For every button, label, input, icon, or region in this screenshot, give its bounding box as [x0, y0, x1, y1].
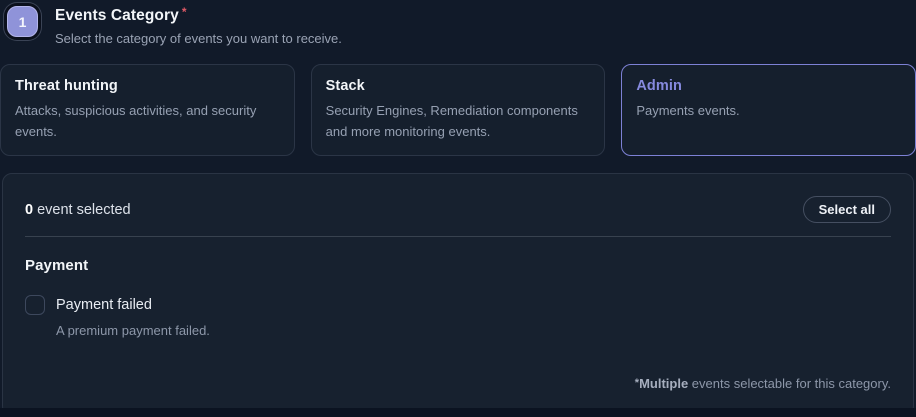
step-number-badge: 1	[7, 6, 38, 37]
category-title: Threat hunting	[15, 78, 280, 94]
category-title: Stack	[326, 78, 591, 94]
category-card-stack[interactable]: Stack Security Engines, Remediation comp…	[311, 64, 606, 156]
page-bottom-strip	[0, 408, 916, 417]
category-card-threat-hunting[interactable]: Threat hunting Attacks, suspicious activ…	[0, 64, 295, 156]
category-cards: Threat hunting Attacks, suspicious activ…	[0, 64, 916, 156]
category-card-admin[interactable]: Admin Payments events.	[621, 64, 916, 156]
events-panel: 0 event selected Select all Payment Paym…	[2, 173, 914, 416]
event-checkbox[interactable]	[25, 295, 45, 315]
header-texts: Events Category* Select the category of …	[55, 4, 342, 46]
event-row: Payment failed	[25, 295, 891, 315]
required-asterisk: *	[182, 5, 187, 19]
selected-count: 0	[25, 202, 33, 218]
panel-header: 0 event selected Select all	[25, 196, 891, 223]
selected-count-label: event selected	[37, 202, 131, 218]
category-description: Security Engines, Remediation components…	[326, 100, 591, 142]
category-description: Attacks, suspicious activities, and secu…	[15, 100, 280, 142]
category-description: Payments events.	[636, 100, 901, 121]
page-subtitle: Select the category of events you want t…	[55, 31, 342, 46]
footnote-bold: Multiple	[639, 376, 688, 391]
category-title: Admin	[636, 78, 901, 94]
page-title: Events Category*	[55, 5, 342, 25]
step-number: 1	[19, 14, 27, 30]
footnote: *Multiple events selectable for this cat…	[635, 376, 891, 391]
event-description: A premium payment failed.	[56, 323, 891, 338]
select-all-button[interactable]: Select all	[803, 196, 891, 223]
footnote-text: events selectable for this category.	[688, 376, 891, 391]
event-label[interactable]: Payment failed	[56, 297, 152, 313]
selected-count-line: 0 event selected	[25, 202, 131, 218]
event-group-title: Payment	[25, 257, 891, 274]
section-header: 1 Events Category* Select the category o…	[0, 0, 916, 46]
divider	[25, 236, 891, 237]
